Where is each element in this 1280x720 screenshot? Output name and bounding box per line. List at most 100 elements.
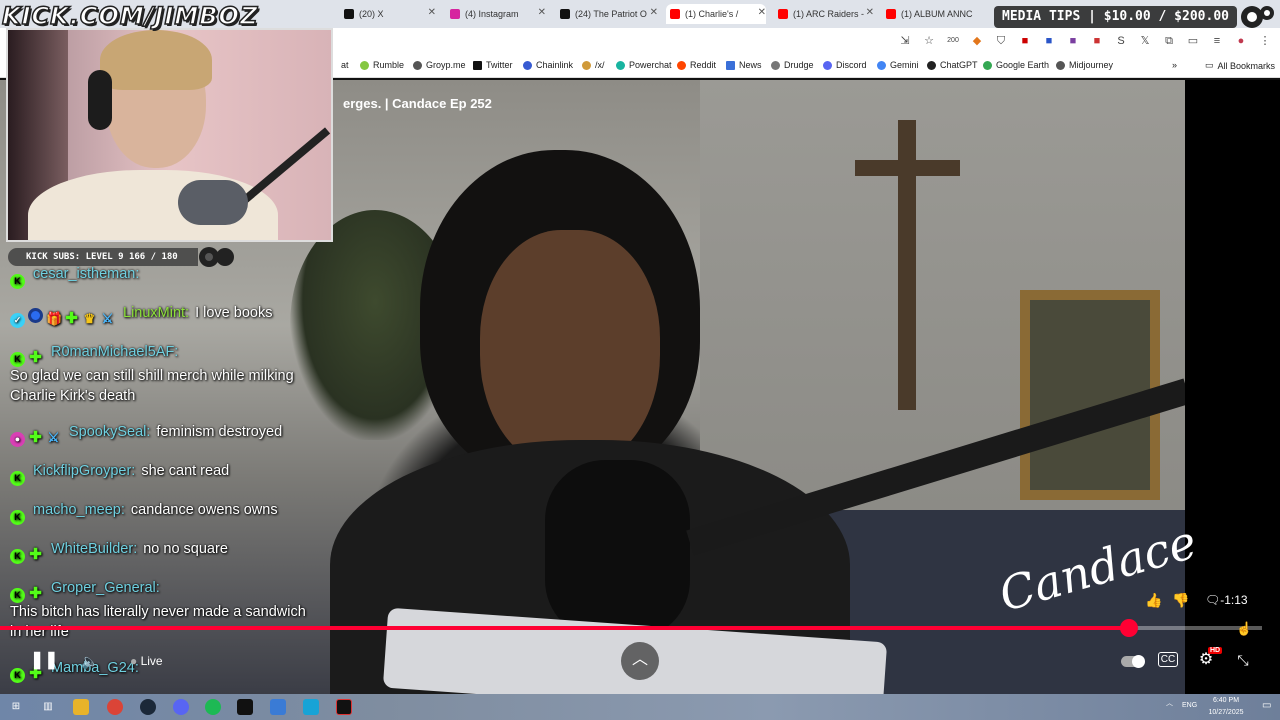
chrome-icon[interactable] xyxy=(107,699,123,715)
pause-button[interactable]: ❚❚ xyxy=(30,651,59,669)
chat-username[interactable]: cesar_istheman: xyxy=(33,266,139,282)
install-icon[interactable]: ⇲ xyxy=(898,34,912,48)
notification-icon[interactable]: ▭ xyxy=(1262,700,1271,711)
live-indicator[interactable]: ● Live xyxy=(130,654,163,668)
bookmark-midjourney[interactable]: Midjourney xyxy=(1056,60,1113,70)
bookmark-chainlink[interactable]: Chainlink xyxy=(523,60,573,70)
bookmark-label: at xyxy=(341,60,349,70)
bookmark-chatgpt[interactable]: ChatGPT xyxy=(927,60,978,70)
chat-username[interactable]: macho_meep: xyxy=(33,502,125,518)
tab-search-icon[interactable]: ▭ xyxy=(1186,34,1200,48)
exit-fullscreen-button[interactable]: ⤡ xyxy=(1234,651,1252,669)
bookmark-news[interactable]: News xyxy=(726,60,762,70)
bookmark-groyp[interactable]: Groyp.me xyxy=(413,60,466,70)
messenger-icon[interactable] xyxy=(303,699,319,715)
x-icon[interactable]: 𝕏 xyxy=(1138,34,1152,48)
translate-icon[interactable]: ■ xyxy=(1042,34,1056,48)
spotify-icon[interactable] xyxy=(205,699,221,715)
chat-text: Charlie Kirk's death xyxy=(10,388,136,404)
tab-patriot[interactable]: (24) The Patriot O ✕ xyxy=(560,4,658,24)
tab-charlies[interactable]: (1) Charlie's / ✕ xyxy=(666,4,766,24)
comments-time[interactable]: 🗨-1:13 xyxy=(1205,593,1248,607)
chat-username[interactable]: KickflipGroyper: xyxy=(33,463,135,479)
like-button[interactable]: 👍 xyxy=(1145,591,1163,609)
close-icon[interactable]: ✕ xyxy=(758,7,766,18)
sword-badge-icon: ⚔ xyxy=(101,311,114,326)
groyp-icon xyxy=(413,60,422,70)
og-badge-icon xyxy=(28,308,43,323)
language-indicator[interactable]: ENG xyxy=(1182,702,1197,709)
bookmark-reddit[interactable]: Reddit xyxy=(677,60,716,70)
steam-icon[interactable] xyxy=(140,699,156,715)
chat-username[interactable]: Groper_General: xyxy=(51,580,160,596)
bookmark-powerchat[interactable]: Powerchat xyxy=(616,60,672,70)
tampermonkey-icon[interactable]: ■ xyxy=(1066,34,1080,48)
all-bookmarks[interactable]: ▭ All Bookmarks xyxy=(1205,60,1275,71)
close-icon[interactable]: ✕ xyxy=(866,7,874,18)
progress-played xyxy=(0,626,1129,630)
bookmark-item[interactable]: at xyxy=(341,60,349,70)
reading-list-icon[interactable]: ≡ xyxy=(1210,34,1224,48)
video-title[interactable]: erges. | Candace Ep 252 xyxy=(343,96,492,111)
file-explorer-icon[interactable] xyxy=(73,699,89,715)
captions-button[interactable]: CC xyxy=(1158,652,1178,667)
bookmark-label: Midjourney xyxy=(1069,60,1114,70)
windows-start-icon[interactable]: ⊞ xyxy=(8,699,24,715)
streamer-webcam xyxy=(6,28,333,242)
dislike-button[interactable]: 👎 xyxy=(1172,591,1190,609)
bookmark-google-earth[interactable]: Google Earth xyxy=(983,60,1049,70)
shield-icon[interactable]: ⛉ xyxy=(994,34,1008,48)
close-icon[interactable]: ✕ xyxy=(428,7,436,18)
bookmark-twitter[interactable]: Twitter xyxy=(473,60,513,70)
chat-username[interactable]: SpookySeal: xyxy=(69,424,150,440)
tray-chevron-icon[interactable]: ︿ xyxy=(1166,698,1173,708)
task-view-icon[interactable]: ▥ xyxy=(40,699,56,715)
chat-message: K ✚ WhiteBuilder: no no square xyxy=(10,539,228,564)
menu-icon[interactable]: ⋮ xyxy=(1258,34,1272,48)
progress-scrubber[interactable] xyxy=(1120,619,1138,637)
metamask-icon[interactable]: ◆ xyxy=(970,34,984,48)
puzzle-icon[interactable]: ⧉ xyxy=(1162,34,1176,48)
autoplay-toggle[interactable] xyxy=(1121,655,1145,668)
tab-x[interactable]: (20) X ✕ xyxy=(344,4,436,24)
crucifix-bar xyxy=(855,160,960,176)
chat-username[interactable]: R0manMichael5AF: xyxy=(51,344,178,360)
tab-album[interactable]: (1) ALBUM ANNC xyxy=(886,4,982,24)
close-icon[interactable]: ✕ xyxy=(650,7,658,18)
chat-badges: ● ✚ ⚔ xyxy=(10,425,64,447)
bookmark-discord[interactable]: Discord xyxy=(823,60,867,70)
windows-taskbar: ⊞ ▥ ︿ ENG 6:40 PM 10/27/2025 ▭ xyxy=(0,694,1280,720)
s-icon[interactable]: S xyxy=(1114,34,1128,48)
bookmark-rumble[interactable]: Rumble xyxy=(360,60,404,70)
tab-label: (24) The Patriot O xyxy=(575,9,647,19)
bookmark-x-board[interactable]: /x/ xyxy=(582,60,605,70)
tab-instagram[interactable]: (4) Instagram ✕ xyxy=(450,4,546,24)
chat-username[interactable]: WhiteBuilder: xyxy=(51,541,137,557)
terminal-icon[interactable] xyxy=(237,699,253,715)
system-clock[interactable]: 6:40 PM 10/27/2025 xyxy=(1198,695,1254,719)
obs-icon[interactable] xyxy=(336,699,352,715)
chat-badges: K ✚ xyxy=(10,345,46,367)
star-icon[interactable]: ☆ xyxy=(922,34,936,48)
tab-arc-raiders[interactable]: (1) ARC Raiders - ✕ xyxy=(778,4,874,24)
ublock-icon[interactable]: ■ xyxy=(1018,34,1032,48)
chat-username[interactable]: LinuxMint: xyxy=(123,305,189,321)
close-icon[interactable]: ✕ xyxy=(538,7,546,18)
powerchat-icon xyxy=(616,60,625,70)
printer-icon[interactable]: ■ xyxy=(1090,34,1104,48)
progress-bar[interactable] xyxy=(0,619,1262,637)
volume-button[interactable]: 🔈 xyxy=(80,652,100,670)
bookmark-drudge[interactable]: Drudge xyxy=(771,60,814,70)
extension-badge[interactable]: 200 xyxy=(946,34,960,48)
bookmark-gemini[interactable]: Gemini xyxy=(877,60,919,70)
profile-icon[interactable]: ● xyxy=(1234,34,1248,48)
bookmark-label: Chainlink xyxy=(536,60,574,70)
bookmark-label: News xyxy=(739,60,762,70)
host-face xyxy=(480,230,660,470)
kick-badge-icon: K xyxy=(10,352,25,367)
kick-badge-icon: K xyxy=(10,588,25,603)
chevron-up-icon[interactable]: ︿ xyxy=(621,642,659,680)
discord-icon[interactable] xyxy=(173,699,189,715)
app-icon[interactable] xyxy=(270,699,286,715)
bookmarks-overflow[interactable]: » xyxy=(1172,60,1177,70)
